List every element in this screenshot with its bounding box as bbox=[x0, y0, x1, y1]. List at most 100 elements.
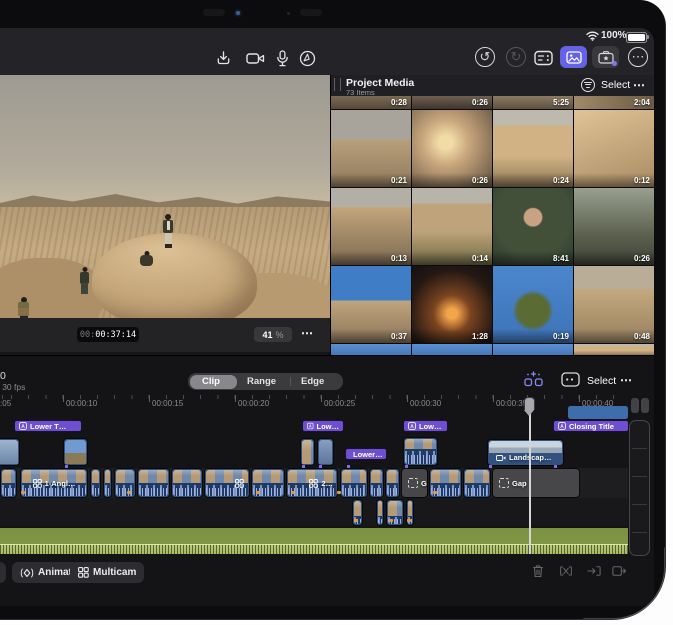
connected-clip[interactable] bbox=[352, 499, 363, 526]
blade-icon[interactable] bbox=[558, 563, 574, 579]
title-clip-label: Low… bbox=[419, 422, 442, 431]
media-thumbnail[interactable] bbox=[574, 344, 654, 355]
person-far-left bbox=[18, 297, 29, 318]
timeline-gap-clip[interactable]: Gap bbox=[492, 468, 580, 498]
timeline-scroll-track[interactable] bbox=[629, 420, 650, 556]
media-thumbnail[interactable]: 1:28 bbox=[412, 266, 492, 343]
inspector-icon[interactable] bbox=[533, 48, 553, 68]
media-thumbnail[interactable]: 0:21 bbox=[331, 110, 411, 187]
timeline-clip[interactable] bbox=[90, 468, 101, 498]
media-thumbnail[interactable]: 5:25 bbox=[493, 96, 573, 109]
timeline-more-icon[interactable]: ⋯ bbox=[620, 373, 633, 387]
media-thumbnail[interactable]: 0:28 bbox=[331, 96, 411, 109]
timeline-overview-icon[interactable] bbox=[561, 372, 580, 387]
title-clip[interactable]: Lower… bbox=[345, 448, 387, 460]
import-icon[interactable] bbox=[213, 48, 233, 68]
ruler-label: 00:00:15 bbox=[152, 399, 183, 408]
timeline-select-button[interactable]: Select bbox=[587, 375, 616, 387]
timeline-clip[interactable] bbox=[171, 468, 203, 498]
clip-label: 2… bbox=[321, 479, 333, 488]
timeline-clip[interactable] bbox=[385, 468, 400, 498]
media-thumbnail[interactable]: 8:41 bbox=[493, 188, 573, 265]
timecode-display[interactable]: 00:00:37:14 bbox=[77, 327, 139, 342]
segment-edge[interactable]: Edge bbox=[301, 376, 324, 387]
front-camera bbox=[236, 11, 240, 15]
microphone-icon[interactable] bbox=[272, 48, 292, 68]
viewer-more-icon[interactable]: ⋯ bbox=[301, 326, 314, 340]
overwrite-icon[interactable] bbox=[611, 563, 627, 579]
timeline-zoom-handle[interactable] bbox=[631, 398, 639, 413]
viewer-preview[interactable] bbox=[0, 75, 330, 318]
filter-icon[interactable] bbox=[581, 78, 595, 92]
media-thumbnail[interactable] bbox=[493, 344, 573, 355]
timeline-clip[interactable] bbox=[0, 468, 17, 498]
media-browser-icon[interactable] bbox=[560, 46, 587, 68]
timeline-clip[interactable] bbox=[103, 468, 112, 498]
media-thumbnail[interactable]: 0:48 bbox=[574, 266, 654, 343]
connected-clip[interactable] bbox=[317, 438, 334, 466]
capture-media-icon[interactable] bbox=[592, 46, 619, 68]
media-more-icon[interactable]: ⋯ bbox=[633, 78, 646, 92]
insert-icon[interactable] bbox=[586, 563, 602, 579]
connected-clip[interactable] bbox=[568, 406, 628, 419]
media-thumbnail[interactable]: 0:26 bbox=[412, 110, 492, 187]
media-thumbnail[interactable]: 0:37 bbox=[331, 266, 411, 343]
media-thumbnail[interactable]: 2:04 bbox=[574, 96, 654, 109]
timeline-clip[interactable] bbox=[114, 468, 136, 498]
media-thumbnail[interactable] bbox=[331, 344, 411, 355]
media-thumbnail[interactable]: 0:26 bbox=[412, 96, 492, 109]
clip-duration: 1:28 bbox=[472, 332, 488, 341]
more-icon[interactable]: ⋯ bbox=[628, 47, 648, 67]
pencil-tool-icon[interactable] bbox=[297, 48, 317, 68]
connected-clip-landscape[interactable]: Landscap… bbox=[487, 439, 564, 466]
media-thumbnail[interactable]: 0:13 bbox=[331, 188, 411, 265]
redo-icon[interactable]: ↻ bbox=[506, 47, 526, 67]
clip-label: 1-Angl… bbox=[45, 479, 76, 488]
segment-range[interactable]: Range bbox=[247, 376, 276, 387]
camera-icon bbox=[496, 454, 506, 462]
timeline-clip-multicam[interactable]: 1-Angl… bbox=[20, 468, 88, 498]
title-clip[interactable]: Closing Title bbox=[553, 420, 629, 432]
clip-duration: 0:13 bbox=[391, 254, 407, 263]
timeline-clip[interactable] bbox=[340, 468, 368, 498]
clip-duration: 0:28 bbox=[391, 98, 407, 107]
connected-clip[interactable] bbox=[403, 437, 438, 466]
title-clip[interactable]: Lower T… bbox=[14, 420, 82, 432]
playhead[interactable] bbox=[524, 397, 535, 410]
segment-clip[interactable]: Clip bbox=[202, 376, 220, 387]
title-clip[interactable]: Low… bbox=[302, 420, 344, 432]
enhance-clips-icon[interactable] bbox=[524, 371, 543, 388]
app-toolbar: 100% ↺ ↻ bbox=[0, 28, 654, 75]
connected-clip[interactable] bbox=[63, 438, 88, 466]
timeline-zoom-handle[interactable] bbox=[641, 398, 649, 413]
media-thumbnail[interactable]: 0:26 bbox=[574, 188, 654, 265]
media-thumbnail[interactable]: 0:12 bbox=[574, 110, 654, 187]
connected-clip[interactable] bbox=[300, 438, 315, 466]
timeline-clip[interactable] bbox=[369, 468, 384, 498]
record-camera-icon[interactable] bbox=[245, 48, 265, 68]
media-thumbnail[interactable]: 0:24 bbox=[493, 110, 573, 187]
sensor-pill bbox=[203, 9, 225, 16]
connected-clip[interactable] bbox=[376, 499, 384, 526]
ipad-device-frame: 100% ↺ ↻ bbox=[0, 0, 666, 620]
footer-partial-button[interactable] bbox=[0, 562, 6, 583]
timeline-gap-clip[interactable]: Gap bbox=[401, 468, 428, 498]
multicam-button[interactable]: Multicam bbox=[70, 562, 144, 583]
timeline-clip-multicam[interactable] bbox=[204, 468, 250, 498]
timeline-clip[interactable] bbox=[463, 468, 491, 498]
panel-drag-grip[interactable] bbox=[334, 78, 341, 91]
media-thumbnail[interactable]: 0:14 bbox=[412, 188, 492, 265]
media-thumbnail[interactable] bbox=[412, 344, 492, 355]
playhead-tip bbox=[524, 410, 534, 416]
media-thumbnail[interactable]: 0:19 bbox=[493, 266, 573, 343]
connected-clip[interactable] bbox=[0, 438, 20, 466]
timeline-clip[interactable] bbox=[137, 468, 170, 498]
title-clip[interactable]: Low… bbox=[403, 420, 448, 432]
media-select-button[interactable]: Select bbox=[601, 79, 630, 91]
ruler-label: 00:00:30 bbox=[410, 399, 441, 408]
zoom-level-control[interactable]: 41% bbox=[254, 327, 292, 342]
timecode-value: 00:37:14 bbox=[95, 330, 136, 340]
delete-icon[interactable] bbox=[530, 563, 546, 579]
music-audio-clip[interactable] bbox=[0, 528, 628, 554]
undo-icon[interactable]: ↺ bbox=[475, 47, 495, 67]
